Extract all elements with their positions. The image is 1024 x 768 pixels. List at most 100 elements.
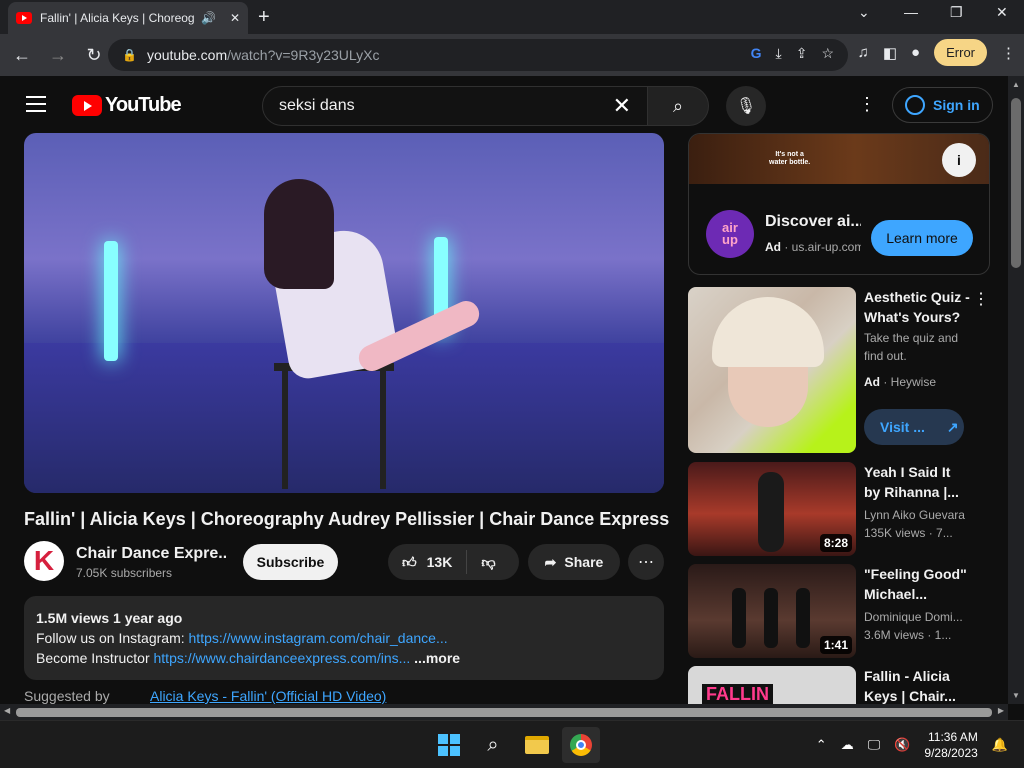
volume-muted-icon[interactable]: 🔇 (894, 737, 910, 753)
voice-search-button[interactable]: 🎙 (726, 86, 766, 126)
ad-info-icon[interactable]: i (942, 143, 976, 177)
clock[interactable]: 11:36 AM 9/28/2023 (924, 729, 977, 761)
ad-title: Discover ai... (765, 213, 861, 230)
video-player[interactable] (24, 133, 664, 493)
vertical-scroll-thumb[interactable] (1011, 98, 1021, 268)
video-thumbnail[interactable]: FALLIN (688, 666, 856, 704)
browser-tab[interactable]: Fallin' | Alicia Keys | Choreog 🔊 ✕ (8, 2, 248, 34)
profile-icon[interactable]: ● (911, 44, 920, 61)
learn-more-button[interactable]: Learn more (871, 220, 973, 256)
video-thumbnail[interactable]: 1:41 (688, 564, 856, 658)
speaker-icon[interactable]: 🔊 (201, 11, 216, 25)
channel-name[interactable]: Chair Dance Expre... (76, 545, 226, 563)
video-duration: 1:41 (819, 636, 852, 654)
scroll-down-arrow-icon[interactable]: ▼ (1012, 691, 1020, 700)
settings-kebab-icon[interactable]: ⋮ (858, 94, 876, 115)
media-control-icon[interactable]: ♫ (858, 44, 869, 61)
more-actions-button[interactable]: ⋯ (628, 544, 664, 580)
channel-avatar[interactable]: K (24, 541, 64, 581)
forward-button[interactable]: → (42, 39, 74, 71)
minimize-button[interactable]: — (904, 4, 918, 20)
start-button[interactable] (430, 727, 468, 763)
tab-close-icon[interactable]: ✕ (230, 11, 240, 25)
tray-overflow-icon[interactable]: ⌃ (816, 737, 827, 753)
tab-title: Fallin' | Alicia Keys | Choreog (40, 11, 195, 25)
bookmark-star-icon[interactable]: ☆ (821, 45, 834, 62)
reload-button[interactable]: ↻ (78, 39, 110, 71)
thumbnail-dancer (796, 588, 810, 648)
more-options-icon[interactable]: ⋮ (973, 289, 989, 309)
sign-in-label: Sign in (933, 97, 980, 113)
dislike-button[interactable]: 👎︎ (467, 554, 509, 571)
list-item[interactable]: Aesthetic Quiz - What's Yours? ⋮ Take th… (688, 287, 989, 457)
like-button[interactable]: 👍︎ 13K (388, 550, 468, 574)
scroll-up-arrow-icon[interactable]: ▲ (1012, 80, 1020, 89)
lock-icon: 🔒 (122, 48, 137, 62)
share-label: Share (564, 554, 604, 570)
description-line: Become Instructor https://www.chairdance… (36, 648, 652, 668)
chrome-menu-icon[interactable]: ⋮ (1001, 44, 1016, 62)
windows-taskbar: ⌕ ⌃ ☁ 🖵 🔇 11:36 AM 9/28/2023 🔔 (0, 720, 1024, 768)
share-button[interactable]: ➦ Share (528, 544, 620, 580)
chrome-taskbar-button[interactable] (562, 727, 600, 763)
rec-views: 135K views · 7... (864, 526, 953, 540)
video-frame-chair-leg (282, 369, 288, 489)
new-tab-button[interactable]: + (258, 6, 270, 29)
account-icon (905, 95, 925, 115)
close-window-button[interactable]: ✕ (996, 4, 1008, 21)
instagram-link[interactable]: https://www.instagram.com/chair_dance... (189, 630, 448, 646)
taskbar-search-button[interactable]: ⌕ (474, 727, 512, 763)
external-link-icon: ↗ (946, 418, 959, 435)
search-icon: ⌕ (487, 733, 499, 756)
subscribe-button[interactable]: Subscribe (243, 544, 338, 580)
file-explorer-button[interactable] (518, 727, 556, 763)
back-button[interactable]: ← (6, 39, 38, 71)
ad-card[interactable]: It's not a water bottle. i air up Discove… (688, 133, 990, 275)
rec-views: 3.6M views · 1... (864, 628, 952, 642)
search-button[interactable]: ⌕ (647, 86, 709, 126)
vertical-scrollbar[interactable]: ▲ ▼ (1008, 76, 1024, 704)
horizontal-scroll-thumb[interactable] (16, 708, 992, 717)
youtube-logo[interactable]: YouTube (72, 94, 182, 117)
error-badge-button[interactable]: Error (934, 39, 987, 66)
ad-sponsor-line: Ad · us.air-up.com (765, 240, 861, 254)
tab-search-icon[interactable]: ⌄ (858, 4, 870, 21)
sign-in-button[interactable]: Sign in (892, 87, 993, 123)
onedrive-icon[interactable]: ☁ (841, 737, 854, 753)
rec-description: Take the quiz and (864, 331, 959, 345)
side-panel-icon[interactable]: ◧ (883, 44, 897, 62)
list-item[interactable]: 8:28 Yeah I Said It by Rihanna |... Lynn… (688, 462, 988, 558)
video-thumbnail[interactable] (688, 287, 856, 453)
restore-button[interactable]: ❐ (950, 4, 963, 21)
more-dots-icon: ⋯ (638, 554, 654, 571)
show-more-button[interactable]: ...more (410, 650, 460, 666)
share-arrow-icon: ➦ (544, 553, 557, 570)
scroll-right-arrow-icon[interactable]: ▶ (998, 706, 1004, 715)
clear-search-icon[interactable]: ✕ (613, 93, 631, 119)
suggested-video-link[interactable]: Alicia Keys - Fallin' (Official HD Video… (150, 688, 386, 704)
folder-icon (525, 736, 549, 754)
system-tray: ⌃ ☁ 🖵 🔇 11:36 AM 9/28/2023 🔔 (816, 729, 1008, 761)
address-bar[interactable]: 🔒 youtube.com /watch?v=9R3y23ULyXc G ⤓ ⇪… (108, 39, 848, 71)
like-count: 13K (426, 554, 453, 570)
ad-banner-line: It's not a (775, 151, 804, 158)
ad-banner-text: It's not a water bottle. (769, 151, 810, 167)
visit-site-button[interactable]: Visit ... ↗ (864, 409, 964, 445)
horizontal-scrollbar[interactable]: ◀ ▶ (0, 704, 1008, 720)
list-item[interactable]: FALLIN Fallin - Alicia Keys | Chair... (688, 666, 988, 704)
notifications-bell-icon[interactable]: 🔔 (992, 737, 1008, 753)
description-box[interactable]: 1.5M views 1 year ago Follow us on Insta… (24, 596, 664, 680)
network-icon[interactable]: 🖵 (868, 737, 881, 753)
share-page-icon[interactable]: ⇪ (796, 45, 808, 62)
scroll-left-arrow-icon[interactable]: ◀ (4, 706, 10, 715)
instructor-link[interactable]: https://www.chairdanceexpress.com/ins... (154, 650, 411, 666)
video-thumbnail[interactable]: 8:28 (688, 462, 856, 556)
thumbs-down-icon: 👎︎ (481, 553, 496, 570)
google-lens-icon[interactable]: G (751, 45, 762, 62)
list-item[interactable]: 1:41 "Feeling Good" Michael... Dominique… (688, 564, 988, 660)
install-app-icon[interactable]: ⤓ (776, 45, 782, 62)
youtube-play-icon (72, 95, 102, 116)
hamburger-menu-icon[interactable] (26, 96, 46, 112)
rec-ad-line: Ad · Heywise (864, 375, 970, 389)
search-input[interactable]: seksi dans ✕ (262, 86, 648, 126)
